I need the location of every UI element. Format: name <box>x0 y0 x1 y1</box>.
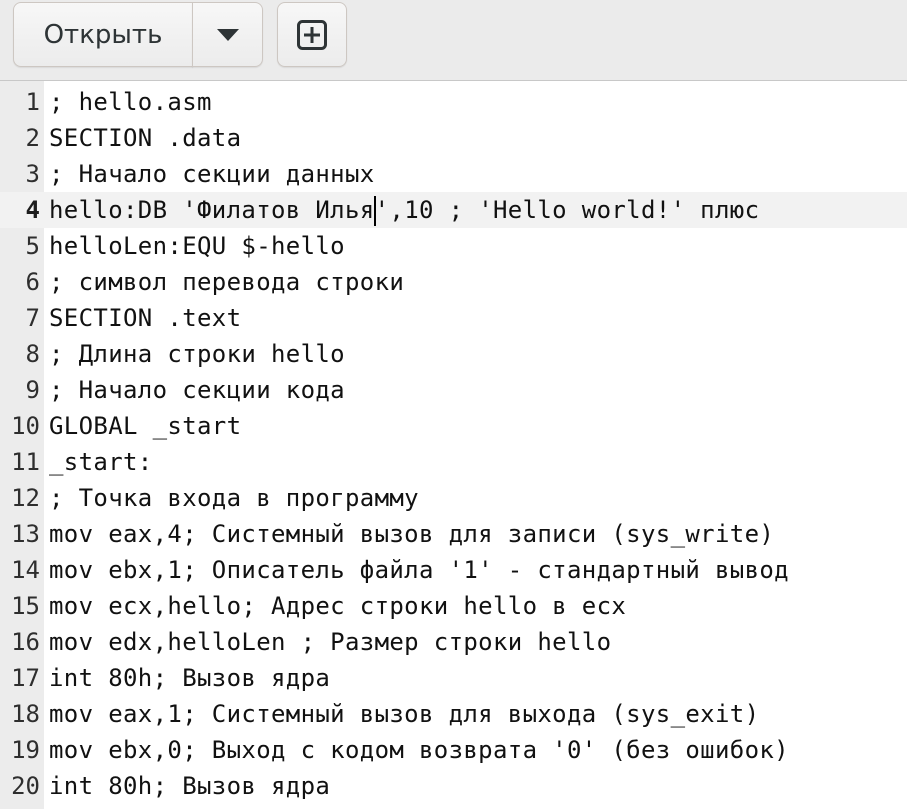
new-tab-button[interactable] <box>277 2 347 67</box>
code-line[interactable]: 14 mov ebx,1; Описатель файла '1' - станд… <box>0 552 907 588</box>
line-number: 3 <box>25 160 40 188</box>
code-line[interactable]: 16 mov edx,helloLen ; Размер строки hello <box>0 624 907 660</box>
line-number: 4 <box>0 192 40 228</box>
code-line[interactable]: 3 ; Начало секции данных <box>0 156 907 192</box>
line-number: 10 <box>11 412 40 440</box>
line-text: mov ecx,hello; Адрес строки hello в ecx <box>49 592 627 620</box>
code-line[interactable]: 15 mov ecx,hello; Адрес строки hello в ec… <box>0 588 907 624</box>
code-line[interactable]: 11 _start: <box>0 444 907 480</box>
line-text: ; hello.asm <box>49 88 212 116</box>
line-number: 1 <box>25 88 40 116</box>
line-number: 15 <box>11 592 40 620</box>
text-editor[interactable]: 1 ; hello.asm 2 SECTION .data 3 ; Начало секц… <box>0 81 907 809</box>
line-number: 11 <box>11 448 40 476</box>
line-text: int 80h; Вызов ядра <box>49 772 331 800</box>
header-bar: Открыть <box>0 0 907 81</box>
line-text: SECTION .data <box>49 124 242 152</box>
code-line[interactable]: 1 ; hello.asm <box>0 84 907 120</box>
line-number: 8 <box>25 340 40 368</box>
code-line[interactable]: 13 mov eax,4; Системный вызов для записи … <box>0 516 907 552</box>
line-text: helloLen:EQU $-hello <box>49 232 345 260</box>
line-text-before-caret: hello:DB 'Филатов Илья <box>49 196 375 224</box>
code-line[interactable]: 8 ; Длина строки hello <box>0 336 907 372</box>
line-number: 16 <box>11 628 40 656</box>
code-line[interactable]: 19 mov ebx,0; Выход с кодом возврата '0' … <box>0 732 907 768</box>
line-number: 2 <box>25 124 40 152</box>
line-number: 12 <box>11 484 40 512</box>
new-tab-icon <box>297 19 327 50</box>
code-line[interactable]: 9 ; Начало секции кода <box>0 372 907 408</box>
line-text: ; Начало секции кода <box>49 376 345 404</box>
line-number: 7 <box>25 304 40 332</box>
line-text: int 80h; Вызов ядра <box>49 664 331 692</box>
code-line[interactable]: 10 GLOBAL _start <box>0 408 907 444</box>
code-line[interactable]: 6 ; символ перевода строки <box>0 264 907 300</box>
code-line[interactable]: 12 ; Точка входа в программу <box>0 480 907 516</box>
line-text: hello:DB 'Филатов Илья',10 ; 'Hello worl… <box>49 192 759 228</box>
line-number: 9 <box>25 376 40 404</box>
line-text: mov edx,helloLen ; Размер строки hello <box>49 628 612 656</box>
line-text: ; Длина строки hello <box>49 340 345 368</box>
line-text: ; Точка входа в программу <box>49 484 419 512</box>
line-text: mov eax,4; Системный вызов для записи (s… <box>49 520 775 548</box>
line-number: 13 <box>11 520 40 548</box>
code-line[interactable]: 20 int 80h; Вызов ядра <box>0 768 907 804</box>
line-number: 17 <box>11 664 40 692</box>
line-text: GLOBAL _start <box>49 412 242 440</box>
line-number: 19 <box>11 736 40 764</box>
code-line[interactable]: 18 mov eax,1; Системный вызов для выхода … <box>0 696 907 732</box>
line-text-after-caret: ',10 ; 'Hello world!' плюс <box>374 196 760 224</box>
line-text: mov ebx,0; Выход с кодом возврата '0' (б… <box>49 736 789 764</box>
line-text: _start: <box>49 448 153 476</box>
chevron-down-icon <box>216 28 239 41</box>
open-menu-button[interactable] <box>192 2 263 67</box>
code-line[interactable]: 7 SECTION .text <box>0 300 907 336</box>
line-number: 6 <box>25 268 40 296</box>
open-button-label: Открыть <box>43 19 163 50</box>
line-text: ; символ перевода строки <box>49 268 405 296</box>
open-button[interactable]: Открыть <box>13 2 193 67</box>
code-line[interactable]: 5 helloLen:EQU $-hello <box>0 228 907 264</box>
code-line[interactable]: 17 int 80h; Вызов ядра <box>0 660 907 696</box>
line-text: mov ebx,1; Описатель файла '1' - стандар… <box>49 556 789 584</box>
code-line[interactable]: 2 SECTION .data <box>0 120 907 156</box>
line-text: ; Начало секции данных <box>49 160 375 188</box>
line-number: 18 <box>11 700 40 728</box>
line-number: 20 <box>11 772 40 800</box>
code-line[interactable]: 4 hello:DB 'Филатов Илья',10 ; 'Hello wor… <box>0 192 907 228</box>
line-number: 5 <box>25 232 40 260</box>
line-text: mov eax,1; Системный вызов для выхода (s… <box>49 700 760 728</box>
line-number: 14 <box>11 556 40 584</box>
line-text: SECTION .text <box>49 304 242 332</box>
